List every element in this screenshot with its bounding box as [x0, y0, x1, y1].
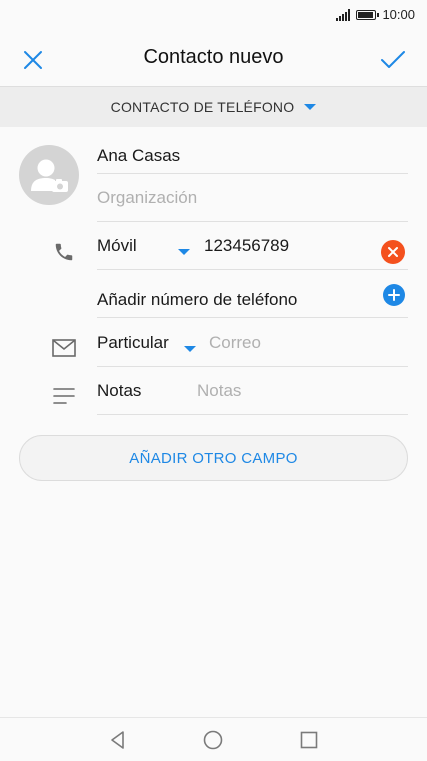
email-placeholder: Correo — [209, 333, 261, 352]
organization-placeholder: Organización — [97, 188, 198, 207]
back-triangle-icon — [111, 731, 124, 749]
add-phone-button[interactable] — [383, 284, 405, 306]
phone-type-selector[interactable]: Móvil — [97, 222, 199, 270]
notes-icon — [51, 383, 77, 409]
notes-label: Notas — [97, 381, 142, 400]
phone-number-value: 123456789 — [204, 236, 290, 255]
plus-icon — [388, 289, 400, 301]
delete-phone-button[interactable] — [381, 240, 405, 264]
phone-icon — [51, 239, 77, 265]
add-phone-label: Añadir número de teléfono — [97, 290, 298, 309]
check-icon — [381, 51, 405, 68]
add-field-label: AÑADIR OTRO CAMPO — [129, 449, 298, 467]
navigation-bar — [0, 717, 427, 761]
status-icons: 10:00 — [336, 7, 415, 22]
home-button[interactable] — [201, 728, 225, 752]
recents-square-icon — [300, 731, 318, 749]
status-bar: 10:00 — [0, 0, 427, 30]
email-type-label: Particular — [97, 333, 169, 352]
name-field[interactable]: Ana Casas — [97, 126, 408, 174]
phone-row: Móvil 123456789 — [97, 222, 408, 270]
person-camera-icon — [31, 159, 68, 192]
signal-icon — [336, 8, 351, 21]
status-time: 10:00 — [382, 7, 415, 22]
email-field[interactable]: Correo — [205, 319, 408, 367]
save-button[interactable] — [375, 42, 411, 78]
account-label: CONTACTO DE TELÉFONO — [110, 99, 295, 115]
battery-icon — [356, 9, 380, 20]
notes-row[interactable]: Notas Notas — [97, 367, 408, 415]
home-circle-icon — [203, 730, 223, 750]
phone-number-field[interactable]: 123456789 — [199, 222, 408, 270]
email-type-selector[interactable]: Particular — [97, 319, 205, 367]
phone-type-label: Móvil — [97, 236, 137, 255]
page-title: Contacto nuevo — [143, 46, 284, 68]
add-phone-row[interactable]: Añadir número de teléfono — [97, 270, 408, 318]
email-type-caret-icon — [184, 346, 196, 352]
organization-field[interactable]: Organización — [97, 174, 408, 222]
email-icon — [51, 335, 77, 361]
name-value: Ana Casas — [97, 146, 181, 165]
email-row: Particular Correo — [97, 319, 408, 367]
recents-button[interactable] — [297, 728, 321, 752]
notes-placeholder: Notas — [197, 381, 242, 400]
close-icon — [388, 247, 398, 257]
add-field-button[interactable]: AÑADIR OTRO CAMPO — [19, 435, 408, 481]
phone-type-caret-icon — [178, 249, 190, 255]
account-selector[interactable]: CONTACTO DE TELÉFONO — [0, 86, 427, 127]
header: Contacto nuevo — [0, 30, 427, 86]
dropdown-caret-icon — [304, 104, 317, 110]
avatar-add-photo[interactable] — [19, 145, 79, 205]
back-button[interactable] — [106, 728, 130, 752]
